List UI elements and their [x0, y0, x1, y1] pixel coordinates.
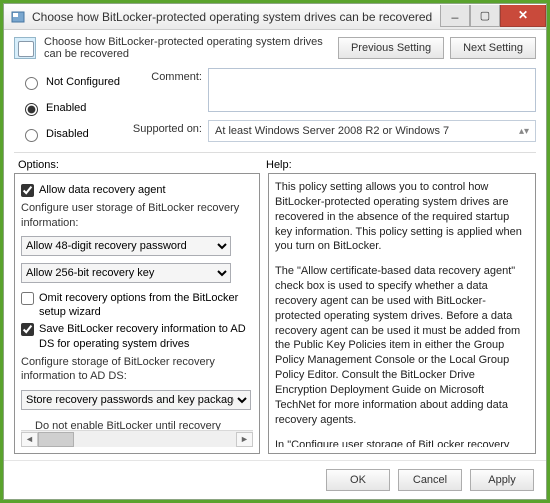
- header-text: Choose how BitLocker-protected operating…: [44, 36, 338, 60]
- radio-not-configured-label: Not Configured: [46, 76, 120, 88]
- apply-button[interactable]: Apply: [470, 469, 534, 491]
- config-area: Not Configured Enabled Disabled Comment:…: [4, 66, 546, 150]
- help-p2: The "Allow certificate-based data recove…: [275, 264, 527, 427]
- dialog-window: Choose how BitLocker-protected operating…: [3, 3, 547, 500]
- header: Choose how BitLocker-protected operating…: [4, 30, 546, 66]
- scroll-left-icon[interactable]: ◄: [21, 432, 38, 447]
- radio-enabled-label: Enabled: [46, 102, 86, 114]
- separator: [14, 152, 536, 153]
- adds-storage-select[interactable]: Store recovery passwords and key package…: [21, 390, 251, 410]
- config-right: Comment: Supported on: At least Windows …: [130, 68, 536, 142]
- truncated-option: Do not enable BitLocker until recovery: [21, 419, 251, 430]
- scroll-thumb[interactable]: [38, 432, 74, 447]
- options-hscrollbar[interactable]: ◄ ►: [21, 430, 253, 447]
- footer: OK Cancel Apply: [4, 460, 546, 499]
- supported-label: Supported on:: [130, 120, 202, 135]
- nav-buttons: Previous Setting Next Setting: [338, 37, 536, 59]
- comment-field[interactable]: [208, 68, 536, 112]
- previous-setting-button[interactable]: Previous Setting: [338, 37, 444, 59]
- help-heading: Help:: [266, 159, 292, 171]
- comment-label: Comment:: [130, 68, 202, 83]
- app-icon: [10, 9, 26, 25]
- help-pane: This policy setting allows you to contro…: [268, 173, 536, 454]
- window-controls: [440, 5, 546, 27]
- state-radios: Not Configured Enabled Disabled: [20, 68, 130, 142]
- omit-input[interactable]: [21, 292, 34, 305]
- save-adds-checkbox[interactable]: Save BitLocker recovery information to A…: [21, 322, 251, 351]
- options-heading: Options:: [18, 159, 266, 171]
- help-p1: This policy setting allows you to contro…: [275, 180, 527, 254]
- omit-label: Omit recovery options from the BitLocker…: [39, 291, 251, 320]
- radio-disabled[interactable]: Disabled: [20, 126, 130, 142]
- allow-dra-input[interactable]: [21, 184, 34, 197]
- allow-dra-label: Allow data recovery agent: [39, 183, 166, 197]
- supported-row: Supported on: At least Windows Server 20…: [130, 120, 536, 142]
- section-labels: Options: Help:: [4, 155, 546, 173]
- ok-button[interactable]: OK: [326, 469, 390, 491]
- save-adds-input[interactable]: [21, 323, 34, 336]
- help-p3: In "Configure user storage of BitLocker …: [275, 438, 527, 448]
- save-adds-label: Save BitLocker recovery information to A…: [39, 322, 251, 351]
- minimize-button[interactable]: [440, 5, 470, 27]
- options-scroll[interactable]: Allow data recovery agent Configure user…: [21, 180, 253, 430]
- chevron-up-down-icon: ▴▾: [519, 126, 529, 137]
- radio-enabled[interactable]: Enabled: [20, 100, 130, 116]
- cancel-button[interactable]: Cancel: [398, 469, 462, 491]
- next-setting-button[interactable]: Next Setting: [450, 37, 536, 59]
- configure-storage-label: Configure user storage of BitLocker reco…: [21, 201, 251, 230]
- comment-row: Comment:: [130, 68, 536, 112]
- supported-value: At least Windows Server 2008 R2 or Windo…: [215, 125, 449, 137]
- radio-not-configured-input[interactable]: [25, 77, 38, 90]
- configure-adds-label: Configure storage of BitLocker recovery …: [21, 355, 251, 384]
- window-title: Choose how BitLocker-protected operating…: [32, 10, 440, 24]
- panes: Allow data recovery agent Configure user…: [4, 173, 546, 460]
- scroll-right-icon[interactable]: ►: [236, 432, 253, 447]
- close-button[interactable]: [500, 5, 546, 27]
- supported-field[interactable]: At least Windows Server 2008 R2 or Windo…: [208, 120, 536, 142]
- maximize-button[interactable]: [470, 5, 500, 27]
- policy-icon: [14, 37, 36, 59]
- radio-enabled-input[interactable]: [25, 103, 38, 116]
- titlebar: Choose how BitLocker-protected operating…: [4, 4, 546, 30]
- allow-dra-checkbox[interactable]: Allow data recovery agent: [21, 183, 251, 197]
- omit-checkbox[interactable]: Omit recovery options from the BitLocker…: [21, 291, 251, 320]
- recovery-password-select[interactable]: Allow 48-digit recovery password: [21, 236, 231, 256]
- recovery-key-select[interactable]: Allow 256-bit recovery key: [21, 263, 231, 283]
- help-scroll[interactable]: This policy setting allows you to contro…: [275, 180, 529, 447]
- radio-disabled-input[interactable]: [25, 129, 38, 142]
- radio-not-configured[interactable]: Not Configured: [20, 74, 130, 90]
- radio-disabled-label: Disabled: [46, 128, 89, 140]
- options-pane: Allow data recovery agent Configure user…: [14, 173, 260, 454]
